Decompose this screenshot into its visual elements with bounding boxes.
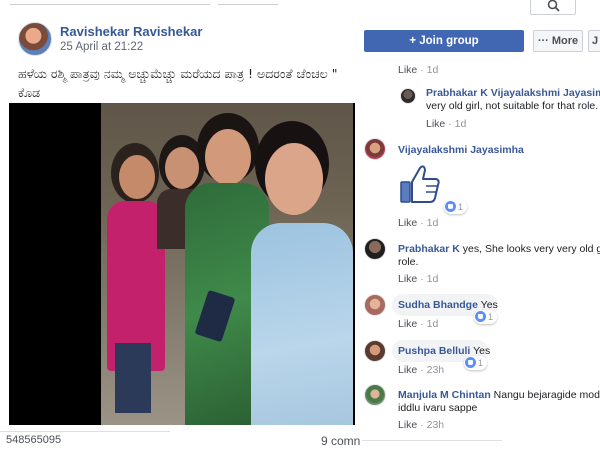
commenter-avatar[interactable] [364,294,386,316]
comment-text: very old girl, not suitable for that rol… [426,100,599,112]
commenter-avatar[interactable] [364,138,386,160]
post-footer-id: 548565095 [6,434,62,446]
like-reaction-icon [475,311,486,322]
comment-time[interactable]: 23h [427,419,445,431]
comment-text: role. [398,256,419,268]
commenter-name[interactable]: Sudha Bhandge [398,299,478,311]
comment-time[interactable]: 1d [455,118,467,130]
header-divider [218,0,278,5]
like-link[interactable]: Like [398,318,417,330]
truncated-button[interactable]: J [588,30,600,52]
commenter-name[interactable]: Manjula M Chintan [398,389,491,401]
commenter-name[interactable]: Prabhakar K [426,87,488,99]
comments-panel: + Join group ··· More J Like · 1d Prabha… [362,0,600,450]
more-button[interactable]: ··· More [533,30,583,52]
commenter-name[interactable]: Prabhakar K [398,243,460,255]
photo-scene [101,103,353,425]
post-photo[interactable] [9,103,355,425]
photo-figure [265,143,323,215]
reaction-count[interactable]: 1 [464,356,488,370]
join-group-button[interactable]: + Join group [364,30,524,52]
photo-figure [115,343,151,413]
commenter-name[interactable]: Pushpa Belluli [398,345,470,357]
comment-text: Prabhakar K Vijayalakshmi Jayasimha y [426,87,600,100]
reaction-count[interactable]: 1 [444,200,468,214]
comment-meta: Like · 1d [398,273,439,285]
comment-meta: Like · 23h [398,419,445,431]
commenter-avatar[interactable] [364,384,386,406]
comment-text: Manjula M Chintan Nangu bejaragide modal… [398,389,600,401]
photo-figure [251,223,353,425]
comment-meta: Like · 1d [398,318,439,330]
like-link[interactable]: Like [398,64,417,76]
comment-meta: Like · 1d [426,118,467,130]
like-link[interactable]: Like [426,118,445,130]
photo-figure [165,147,199,189]
commenter-avatar[interactable] [364,340,386,362]
post-panel: Ravishekar Ravishekar 25 April at 21:22 … [0,0,362,450]
like-reaction-icon [465,357,476,368]
comment-meta: Like · 1d [398,217,439,229]
photo-figure [205,129,251,185]
mention-link[interactable]: Vijayalakshmi Jayasimha [491,87,600,99]
post-caption-line: ಕೊಡ [18,85,41,100]
commenter-avatar[interactable] [400,88,416,104]
commenter-name[interactable]: Vijayalakshmi Jayasimha [398,144,524,156]
comment-time[interactable]: 23h [427,364,445,376]
comment-time[interactable]: 1d [427,217,439,229]
comment-text: iddlu ivaru sappe [398,402,478,414]
comment-meta: Like · 1d [398,64,439,76]
search-icon [547,0,560,12]
footer-divider [362,440,502,441]
post-timestamp[interactable]: 25 April at 21:22 [60,41,143,53]
like-link[interactable]: Like [398,364,417,376]
commenter-avatar[interactable] [364,238,386,260]
post-caption: ಹಳೆಯ ರಶ್ಮಿ ಪಾತ್ರವು ನಮ್ಮ ಅಚ್ಚುಮೆಚ್ಚು ಮರೆಯ… [18,64,362,102]
reaction-count[interactable]: 1 [474,310,498,324]
like-link[interactable]: Like [398,217,417,229]
header-divider [10,0,210,5]
post-author-link[interactable]: Ravishekar Ravishekar [60,24,202,39]
thumbs-up-icon [400,165,440,203]
comment-time[interactable]: 1d [427,318,439,330]
comment-time[interactable]: 1d [427,64,439,76]
like-reaction-icon [445,201,456,212]
like-link[interactable]: Like [398,273,417,285]
comment-meta: Like · 23h [398,364,445,376]
footer-divider [0,431,170,432]
post-caption-line: ಹಳೆಯ ರಶ್ಮಿ ಪಾತ್ರವು ನಮ್ಮ ಅಚ್ಚುಮೆಚ್ಚು ಮರೆಯ… [18,66,338,81]
author-avatar[interactable] [18,22,52,56]
comment-count-link[interactable]: 9 comn [321,434,360,448]
comment-time[interactable]: 1d [427,273,439,285]
photo-figure [119,155,155,199]
search-button[interactable] [530,0,576,15]
like-link[interactable]: Like [398,419,417,431]
comment-text: Prabhakar K yes, She looks very very old… [398,243,600,255]
comment-text: Vijayalakshmi Jayasimha [398,144,524,157]
